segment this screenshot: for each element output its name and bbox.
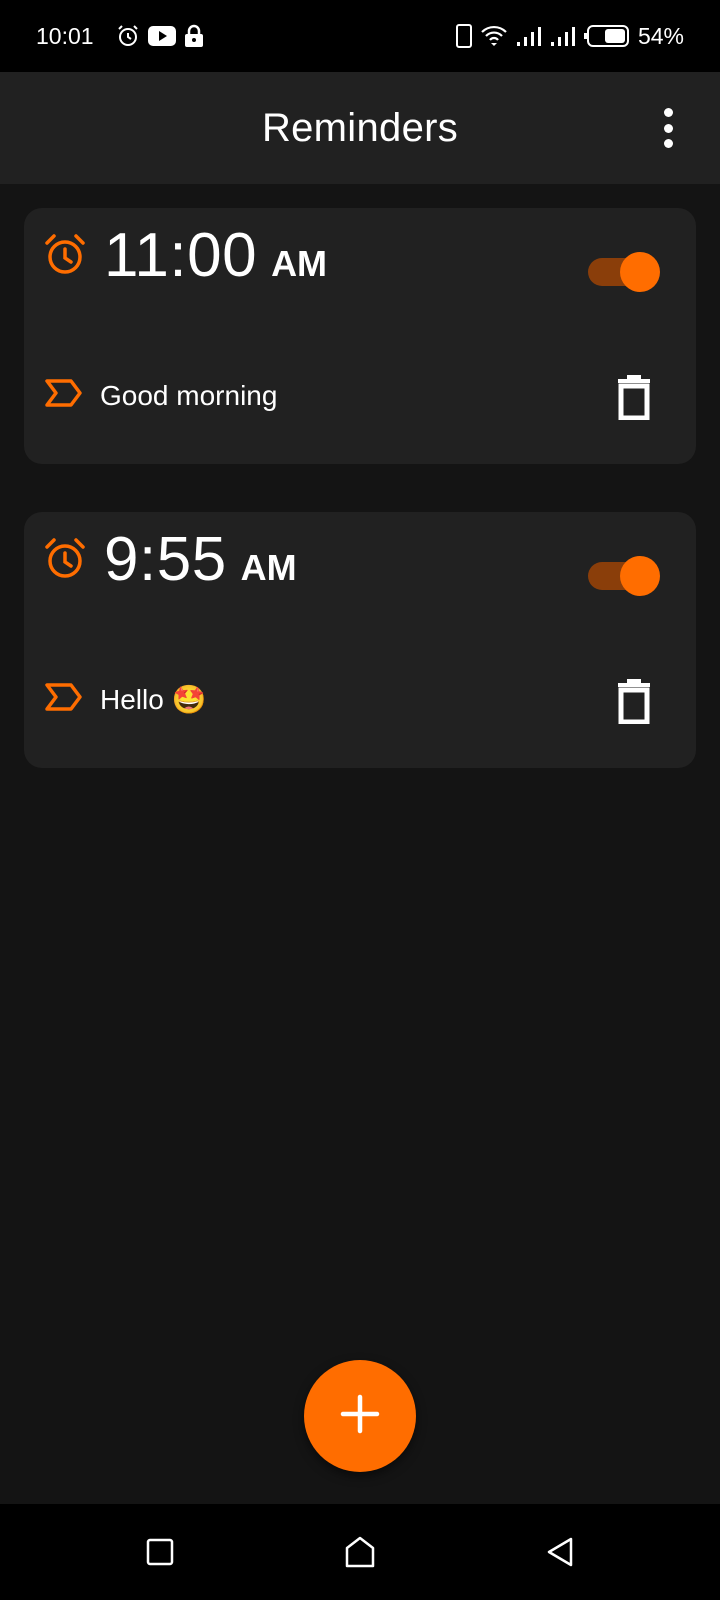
back-button[interactable] — [540, 1532, 580, 1572]
reminder-label-row[interactable]: Hello 🤩 — [44, 682, 206, 717]
phone-icon — [455, 24, 472, 48]
reminder-toggle[interactable] — [588, 556, 660, 596]
reminder-card[interactable]: 9:55 AM Hello 🤩 — [24, 512, 696, 768]
lock-icon — [184, 24, 204, 48]
reminder-time[interactable]: 9:55 AM — [104, 524, 297, 595]
reminder-time-value: 9:55 — [104, 525, 227, 594]
status-time: 10:01 — [36, 22, 94, 49]
wifi-icon — [480, 25, 508, 47]
toggle-thumb — [620, 252, 660, 292]
alarm-icon — [44, 234, 86, 281]
page-title: Reminders — [261, 105, 459, 150]
label-tag-icon — [44, 378, 82, 413]
reminder-time[interactable]: 11:00 AM — [104, 220, 327, 291]
reminder-card[interactable]: 11:00 AM Good morning — [24, 208, 696, 464]
battery-percent: 54% — [637, 22, 684, 49]
label-tag-icon — [44, 682, 82, 717]
alarm-icon — [44, 538, 86, 585]
app-bar: Reminders — [0, 72, 720, 184]
reminder-label-row[interactable]: Good morning — [44, 378, 277, 413]
signal-icon — [550, 25, 576, 47]
youtube-icon — [147, 25, 176, 47]
reminder-toggle[interactable] — [588, 252, 660, 292]
recents-button[interactable] — [140, 1532, 180, 1572]
add-icon — [340, 1394, 380, 1439]
signal-icon — [516, 25, 542, 47]
reminder-period: AM — [240, 547, 297, 588]
status-bar-left: 10:01 — [36, 23, 204, 50]
reminder-label: Hello 🤩 — [100, 684, 207, 715]
delete-icon[interactable] — [616, 678, 652, 729]
toggle-thumb — [620, 556, 660, 596]
home-button[interactable] — [340, 1532, 380, 1572]
navigation-bar — [0, 1504, 720, 1600]
more-vert-icon[interactable] — [656, 108, 680, 148]
alarm-icon — [116, 24, 140, 48]
reminder-period: AM — [271, 243, 328, 284]
status-bar-right: 54% — [455, 22, 684, 50]
add-reminder-button[interactable] — [304, 1360, 416, 1472]
delete-icon[interactable] — [616, 374, 652, 425]
battery-icon — [583, 25, 630, 47]
reminder-time-value: 11:00 — [104, 221, 258, 290]
status-bar: 10:01 54% — [0, 0, 720, 72]
reminder-label: Good morning — [100, 379, 278, 411]
